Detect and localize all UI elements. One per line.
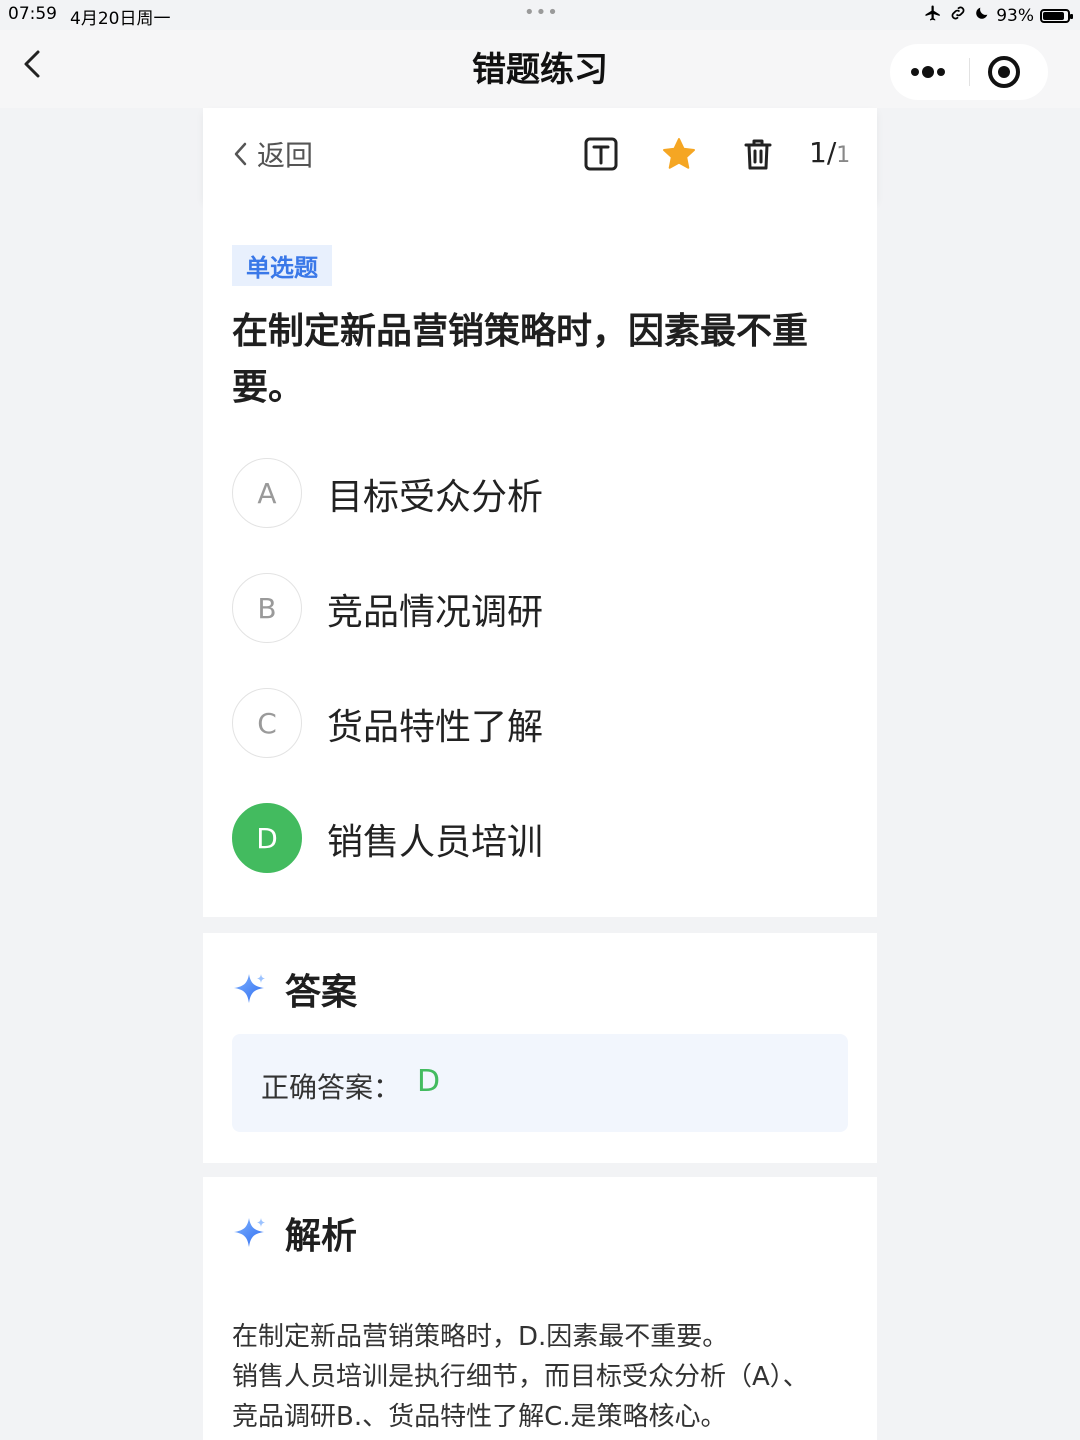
option-text: 目标受众分析	[327, 477, 544, 518]
more-dots-icon	[911, 66, 945, 78]
status-bar: 07:59 4月20日周一 ••• 93%	[0, 0, 1080, 30]
explanation-header: 解析	[233, 1207, 357, 1259]
trash-icon	[744, 139, 772, 170]
favorite-button[interactable]	[661, 136, 697, 172]
question-card: 单选题 在制定新品营销策略时，因素最不重要。 A 目标受众分析 B 竞品情况调研…	[203, 200, 877, 917]
option-a[interactable]: A 目标受众分析	[232, 458, 832, 530]
page-total: 1	[836, 143, 851, 168]
delete-button[interactable]	[740, 136, 776, 172]
option-letter: A	[232, 458, 302, 528]
battery-icon	[1040, 8, 1073, 23]
answer-box: 正确答案： D	[232, 1034, 848, 1132]
question-toolbar: 返回 1/1	[203, 108, 877, 200]
back-label: 返回	[257, 139, 314, 172]
target-close-icon	[988, 56, 1020, 88]
option-text: 货品特性了解	[327, 707, 544, 748]
answer-label: 正确答案：	[261, 1071, 402, 1104]
sparkle-icon	[234, 974, 265, 1003]
text-format-icon	[584, 137, 618, 171]
answer-header: 答案	[233, 963, 357, 1015]
airplane-icon	[924, 4, 942, 27]
link-icon	[948, 4, 968, 27]
option-text: 销售人员培训	[327, 822, 544, 863]
battery-fill	[1043, 11, 1064, 20]
status-indicators: 93%	[924, 4, 1073, 27]
option-letter: C	[232, 688, 302, 758]
more-button[interactable]	[906, 58, 954, 86]
miniprogram-capsule	[890, 44, 1048, 100]
explanation-line: 销售人员培训是执行细节，而目标受众分析（A）、	[232, 1362, 809, 1392]
page-current: 1/	[809, 136, 837, 169]
text-size-button[interactable]	[583, 136, 619, 172]
status-date: 4月20日周一	[70, 9, 171, 29]
answer-title: 答案	[285, 972, 358, 1013]
option-text: 竞品情况调研	[327, 592, 544, 633]
explanation-line: 竞品调研B.、货品特性了解C.是策略核心。	[232, 1402, 727, 1432]
moon-icon	[974, 5, 990, 26]
option-letter-correct: D	[232, 803, 302, 873]
question-type-badge: 单选题	[232, 245, 332, 286]
option-d[interactable]: D 销售人员培训	[232, 803, 832, 875]
close-button[interactable]	[984, 52, 1024, 92]
option-c[interactable]: C 货品特性了解	[232, 688, 832, 760]
explanation-title: 解析	[285, 1216, 358, 1257]
option-b[interactable]: B 竞品情况调研	[232, 573, 832, 645]
answer-card: 答案 正确答案： D	[203, 933, 877, 1163]
battery-percent: 93%	[996, 5, 1034, 26]
sparkle-icon	[234, 1218, 265, 1247]
explanation-card: 解析 在制定新品营销策略时，D.因素最不重要。 销售人员培训是执行细节，而目标受…	[203, 1177, 877, 1440]
chevron-left-icon	[234, 142, 247, 166]
answer-value: D	[417, 1064, 441, 1099]
option-letter: B	[232, 573, 302, 643]
back-link[interactable]: 返回	[231, 136, 313, 172]
status-time: 07:59	[8, 4, 57, 24]
explanation-text: 在制定新品营销策略时，D.因素最不重要。 销售人员培训是执行细节，而目标受众分析…	[232, 1317, 852, 1437]
multitask-dots[interactable]: •••	[524, 2, 559, 23]
star-icon	[663, 138, 695, 169]
capsule-divider	[969, 58, 970, 86]
nav-bar: 错题练习	[0, 30, 1080, 108]
question-text: 在制定新品营销策略时，因素最不重要。	[232, 311, 809, 408]
page-indicator: 1/1	[809, 136, 850, 169]
explanation-line: 在制定新品营销策略时，D.因素最不重要。	[232, 1322, 729, 1352]
